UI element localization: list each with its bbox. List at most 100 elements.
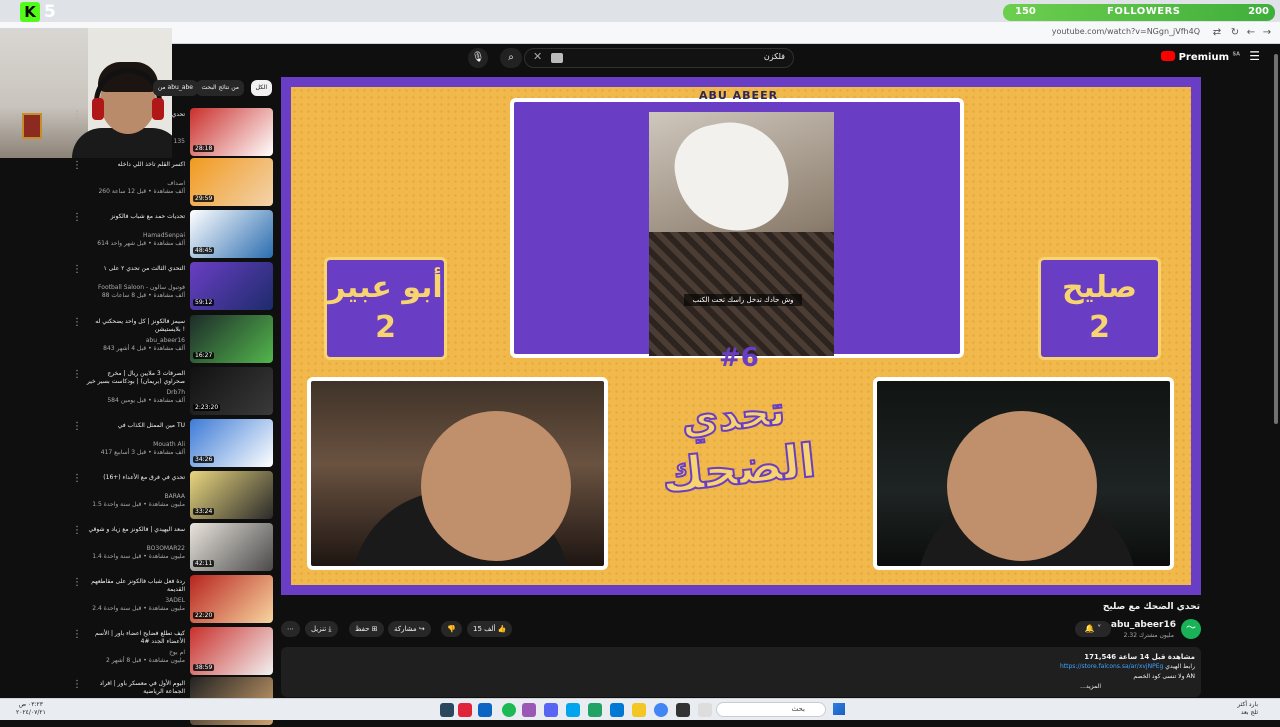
related-video-channel[interactable]: BO3OMAR22 <box>147 545 185 552</box>
related-video-channel[interactable]: HamadSenpai <box>143 232 185 239</box>
app-icon-red[interactable] <box>458 703 472 717</box>
scrollbar-thumb[interactable] <box>1274 54 1278 424</box>
description-line-3: ولا تنسى كود الخصم AN <box>1133 673 1195 680</box>
app-icon-blue[interactable] <box>478 703 492 717</box>
dislike-icon: 👎 <box>447 625 456 633</box>
related-video-item[interactable]: الصرفات 3 ملايين ريال | مخرج صحراوي (بري… <box>0 367 280 417</box>
show-more-button[interactable]: ...المزيد <box>1080 683 1101 690</box>
related-video-item[interactable]: ردة فعل شباب فالكونز على مقاطعهم القديمة… <box>0 575 280 625</box>
related-video-title[interactable]: تحدي <box>85 111 185 119</box>
kebab-menu-icon[interactable]: ⋮ <box>72 577 82 588</box>
related-video-title[interactable]: الصرفات 3 ملايين ريال | مخرج صحراوي (بري… <box>85 370 185 386</box>
related-video-channel[interactable]: Mouath Ali <box>153 441 185 448</box>
description-box[interactable]: 171,546 مشاهدة قبل 14 ساعة https://store… <box>281 647 1201 697</box>
translate-icon[interactable]: ⇄ <box>1210 26 1224 40</box>
kebab-menu-icon[interactable]: ⋮ <box>72 369 82 380</box>
related-video-channel[interactable]: BARAA <box>164 493 185 500</box>
discord-icon[interactable] <box>544 703 558 717</box>
related-video-title[interactable]: تحديات حمد مع شباب فالكونز <box>85 213 185 221</box>
back-icon[interactable]: ← <box>1244 26 1258 40</box>
youtube-premium-logo[interactable]: Premium SA <box>1160 51 1240 63</box>
channel-name[interactable]: abu_abeer16 <box>1111 620 1176 630</box>
url-field[interactable]: youtube.com/watch?v=NGgn_jVfh4Q <box>1052 27 1200 36</box>
related-video-channel[interactable]: اصداف <box>167 180 185 187</box>
related-video-title[interactable]: تحدي في فرق مع الأعداء (+16) <box>85 474 185 482</box>
share-button[interactable]: مشاركة ↪ <box>388 621 431 637</box>
forward-icon[interactable]: → <box>1260 26 1274 40</box>
related-video-item[interactable]: سعد اليهيدي | فالكونز مع زياد و شوقي BO3O… <box>0 523 280 573</box>
excel-icon[interactable] <box>588 703 602 717</box>
download-button[interactable]: تنزيل ⤓ <box>305 621 338 637</box>
related-video-item[interactable]: سيمز فالكونز | كل واحد يضحكني له بلايستي… <box>0 315 280 365</box>
mic-icon[interactable]: 🎙 <box>468 48 488 68</box>
chip-all[interactable]: الكل <box>250 80 272 96</box>
kebab-menu-icon[interactable]: ⋮ <box>72 264 82 275</box>
kebab-menu-icon[interactable]: ⋮ <box>72 317 82 328</box>
related-video-channel[interactable]: Drb7h <box>166 389 185 396</box>
related-video-title[interactable]: سيمز فالكونز | كل واحد يضحكني له بلايستي… <box>85 318 185 334</box>
chip-from-channel[interactable]: من ‎abu_abe <box>152 80 198 96</box>
kebab-menu-icon[interactable]: ⋮ <box>72 629 82 640</box>
store-icon[interactable] <box>610 703 624 717</box>
related-video-item[interactable]: مين الممثل الكذاب في TU Mouath Ali 417 ألف… <box>0 419 280 469</box>
related-video-title[interactable]: ردة فعل شباب فالكونز على مقاطعهم القديمة <box>85 578 185 594</box>
related-video-channel[interactable]: 3ADEL <box>165 597 185 604</box>
related-video-title[interactable]: كيف تطلع فضايح اعضاء باور | الأسم الأعضا… <box>85 630 185 646</box>
related-video-item[interactable]: تحديات حمد مع شباب فالكونز HamadSenpai 614… <box>0 210 280 260</box>
hamburger-menu-icon[interactable]: ☰ <box>1249 49 1260 63</box>
description-link-label: رابط الهيدي <box>1165 663 1195 670</box>
kebab-menu-icon[interactable]: ⋮ <box>72 110 82 121</box>
followers-goal-bar: 150 FOLLOWERS 200 <box>1003 4 1275 21</box>
related-video-title[interactable]: اليوم الأول في معسكر باور | افراد الجماع… <box>85 680 185 696</box>
like-button[interactable]: 15 ألف 👍 <box>467 621 513 637</box>
related-video-channel[interactable]: abu_abeer16 <box>146 337 185 344</box>
related-video-item[interactable]: التحدي الثالث من تحدي ٢ على ١ Football Sa… <box>0 262 280 312</box>
kebab-menu-icon[interactable]: ⋮ <box>72 525 82 536</box>
premium-label: Premium <box>1178 52 1230 63</box>
edge-icon[interactable] <box>566 703 580 717</box>
file-explorer-icon[interactable] <box>632 703 646 717</box>
taskbar-clock[interactable]: ٠٣:٢٣ ص ٢٠٢٤/٠٧/٢١ <box>16 701 46 717</box>
related-video-item[interactable]: اكسر القلم تاخذ اللي داخله اصداف 260 ألف م… <box>0 158 280 208</box>
windows-start-icon[interactable] <box>833 703 845 715</box>
app-icon-white[interactable] <box>698 703 712 717</box>
description-link[interactable]: https://store.falcons.sa/ar/xvjNPEg <box>1060 663 1163 670</box>
kebab-menu-icon[interactable]: ⋮ <box>72 421 82 432</box>
spotify-icon[interactable] <box>502 703 516 717</box>
related-video-title[interactable]: سعد اليهيدي | فالكونز مع زياد و شوقي <box>85 526 185 534</box>
related-video-title[interactable]: اكسر القلم تاخذ اللي داخله <box>85 161 185 169</box>
video-player[interactable]: وش حادك تدخل راسك تحت الكنب ABU ABEER أب… <box>281 77 1201 595</box>
search-input[interactable]: ✕ فلكزن <box>524 48 794 68</box>
taskbar-weather[interactable]: بارد أكثر ثلج بعد <box>1237 701 1258 717</box>
obs-icon[interactable] <box>676 703 690 717</box>
keyboard-icon[interactable] <box>551 53 563 63</box>
kebab-menu-icon[interactable]: ⋮ <box>72 212 82 223</box>
player-left-name: أبو عبير <box>328 270 443 305</box>
related-video-channel[interactable]: ام بوخ <box>169 649 185 656</box>
premium-region: SA <box>1232 51 1240 58</box>
chip-from-search[interactable]: من نتائج البحث <box>196 80 244 96</box>
search-icon[interactable]: ⌕ <box>500 48 522 68</box>
related-video-item[interactable]: تحدي في فرق مع الأعداء (+16) BARAA 1.5 ملي… <box>0 471 280 521</box>
related-video-meta: 1.5 مليون مشاهدة • قبل سنة واحدة <box>92 501 185 508</box>
kebab-menu-icon[interactable]: ⋮ <box>72 473 82 484</box>
related-video-title[interactable]: التحدي الثالث من تحدي ٢ على ١ <box>85 265 185 273</box>
save-button[interactable]: حفظ ⊞ <box>349 621 384 637</box>
more-actions-button[interactable]: ⋯ <box>281 621 300 637</box>
close-icon[interactable]: ✕ <box>533 50 542 63</box>
reload-icon[interactable]: ↻ <box>1228 26 1242 40</box>
page-scrollbar[interactable] <box>1272 44 1280 698</box>
app-icon-purple[interactable] <box>522 703 536 717</box>
kebab-menu-icon[interactable]: ⋮ <box>72 160 82 171</box>
dislike-button[interactable]: 👎 <box>441 621 462 637</box>
related-video-channel[interactable]: Football Saloon - فوتبول سالون <box>98 284 185 291</box>
steam-icon[interactable] <box>440 703 454 717</box>
kebab-menu-icon[interactable]: ⋮ <box>72 679 82 690</box>
chrome-icon[interactable] <box>654 703 668 717</box>
related-video-item[interactable]: تحدي 135 28:18 ⋮ <box>0 108 280 158</box>
related-video-title[interactable]: مين الممثل الكذاب في TU <box>85 422 185 430</box>
taskbar-search[interactable]: بحث <box>716 702 826 717</box>
channel-avatar[interactable]: 〜 <box>1181 619 1201 639</box>
notification-bell-button[interactable]: 🔔 ˅ <box>1075 621 1111 637</box>
related-video-item[interactable]: كيف تطلع فضايح اعضاء باور | الأسم الأعضا… <box>0 627 280 677</box>
